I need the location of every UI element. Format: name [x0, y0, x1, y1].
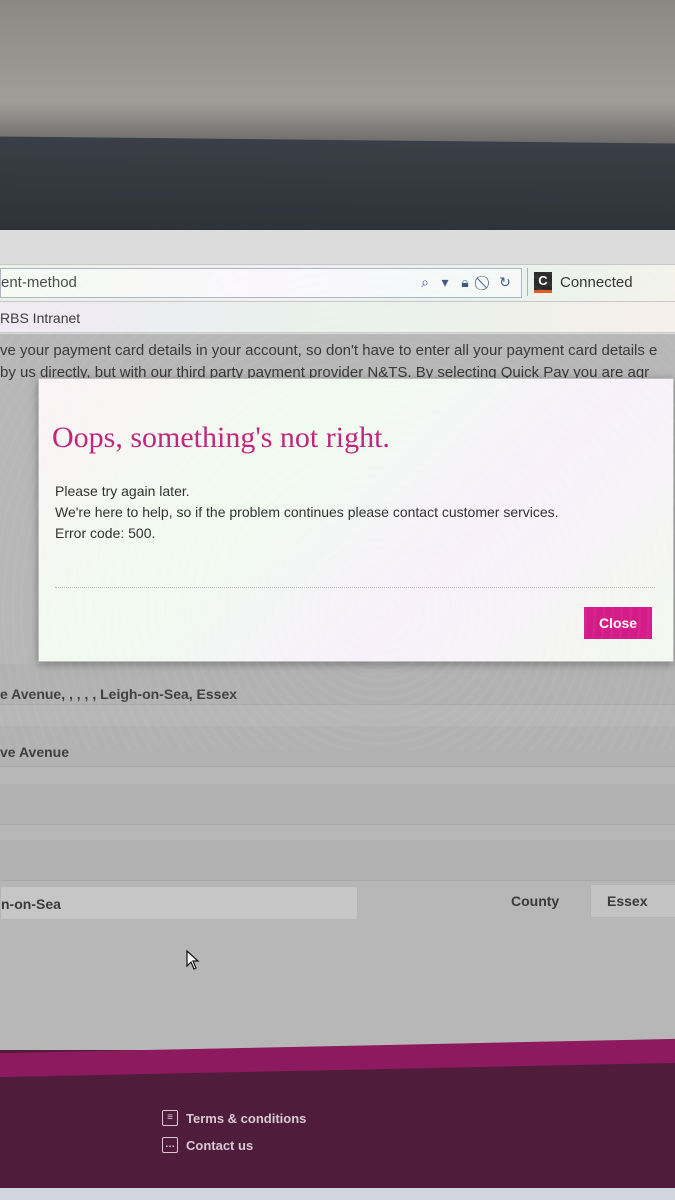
county-input[interactable]: Essex [590, 884, 675, 918]
modal-message-line-2: We're here to help, so if the problem co… [55, 504, 559, 520]
town-input[interactable]: n-on-Sea [0, 886, 358, 920]
url-text: ent-method [1, 274, 77, 291]
county-label: County [511, 893, 560, 909]
county-value: Essex [607, 893, 648, 909]
contact-link[interactable]: … Contact us [162, 1137, 253, 1153]
modal-divider [55, 587, 655, 588]
monitor-bezel [0, 136, 675, 239]
favorite-rbs-intranet[interactable]: RBS Intranet [0, 310, 80, 326]
browser-address-strip: ent-method ⌕ ▾ 🔒︎ ⃠ ↻ C Connected [0, 264, 675, 302]
modal-error-code: Error code: 500. [55, 525, 156, 541]
lock-icon[interactable]: 🔒︎ [457, 274, 473, 291]
document-icon: ≡ [162, 1110, 178, 1126]
tab-favicon-icon: C [534, 272, 552, 293]
tab-title: Connected [560, 274, 633, 291]
browser-tab[interactable]: C Connected [527, 268, 675, 296]
background-wall [0, 0, 675, 145]
taskbar [0, 1188, 675, 1200]
terms-link[interactable]: ≡ Terms & conditions [162, 1110, 306, 1126]
contact-link-label: Contact us [186, 1137, 254, 1153]
blocked-icon[interactable]: ⃠ [477, 274, 493, 291]
search-icon[interactable]: ⌕ [417, 274, 433, 291]
error-modal: Oops, something's not right. Please try … [38, 378, 674, 662]
modal-title: Oops, something's not right. [52, 421, 390, 454]
monitor-screen: ent-method ⌕ ▾ 🔒︎ ⃠ ↻ C Connected RBS In… [0, 230, 675, 1200]
mouse-pointer-icon [186, 950, 200, 970]
close-button[interactable]: Close [584, 607, 652, 639]
address-bar-icons: ⌕ ▾ 🔒︎ ⃠ ↻ [417, 274, 513, 291]
town-value: n-on-Sea [1, 896, 61, 912]
favorites-bar: RBS Intranet [0, 302, 675, 333]
modal-message-line-1: Please try again later. [55, 483, 190, 499]
photo-stage: ent-method ⌕ ▾ 🔒︎ ⃠ ↻ C Connected RBS In… [0, 0, 675, 1200]
refresh-icon[interactable]: ↻ [497, 274, 513, 291]
chat-icon: … [162, 1137, 178, 1153]
address-bar[interactable]: ent-method ⌕ ▾ 🔒︎ ⃠ ↻ [0, 268, 522, 298]
terms-link-label: Terms & conditions [186, 1110, 307, 1126]
dropdown-arrow-icon[interactable]: ▾ [437, 274, 453, 291]
